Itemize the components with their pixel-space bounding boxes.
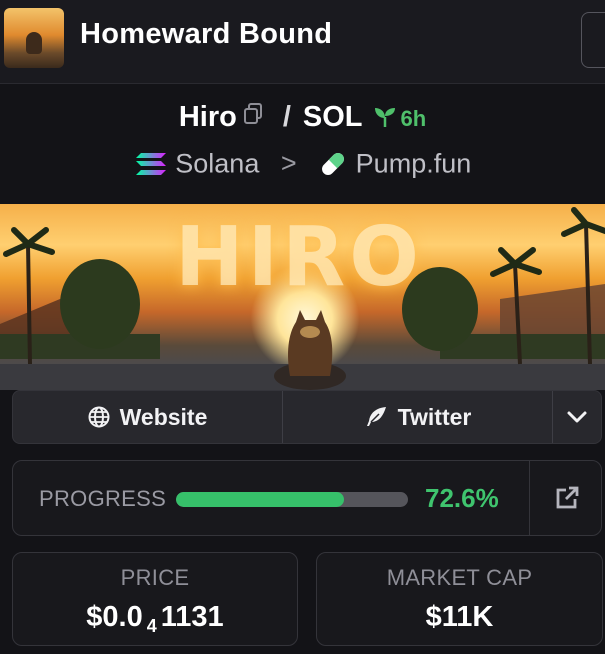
chain-network[interactable]: Solana bbox=[175, 148, 259, 178]
progress-label: PROGRESS bbox=[39, 486, 167, 511]
globe-icon bbox=[88, 406, 110, 428]
website-button[interactable]: Website bbox=[13, 391, 283, 443]
progress-bar bbox=[176, 492, 408, 507]
website-label: Website bbox=[119, 403, 208, 430]
price-label: PRICE bbox=[120, 565, 190, 590]
pill-icon bbox=[322, 152, 345, 175]
chain-dex[interactable]: Pump.fun bbox=[356, 148, 472, 178]
external-link-icon bbox=[556, 486, 578, 509]
solana-icon bbox=[135, 152, 166, 175]
chain-breadcrumb: Solana > Pump.fun bbox=[0, 147, 605, 179]
price-card: PRICE $0.0 4 1131 bbox=[12, 552, 298, 646]
more-links-button[interactable] bbox=[553, 391, 601, 443]
price-zero-count: 4 bbox=[146, 616, 157, 636]
progress-bar-fill bbox=[176, 492, 345, 507]
token-banner-image: HIRO bbox=[0, 204, 605, 390]
chain-separator: > bbox=[280, 148, 297, 179]
token-header: Homeward Bound bbox=[0, 0, 605, 84]
chevron-down-icon bbox=[567, 411, 587, 423]
pair-separator: / bbox=[282, 101, 291, 134]
market-cap-label: MARKET CAP bbox=[386, 565, 533, 590]
pair-age-value: 6h bbox=[400, 106, 427, 132]
token-avatar bbox=[4, 8, 64, 68]
feather-icon bbox=[366, 407, 386, 426]
twitter-button[interactable]: Twitter bbox=[283, 391, 553, 443]
header-action-button[interactable] bbox=[581, 12, 605, 68]
seedling-icon bbox=[374, 108, 395, 128]
pair-age: 6h bbox=[373, 106, 427, 132]
bonding-progress-card: PROGRESS 72.6% bbox=[12, 460, 602, 536]
pair-quote: SOL bbox=[302, 101, 363, 134]
copy-icon[interactable] bbox=[243, 100, 263, 133]
social-links-bar: Website Twitter bbox=[12, 390, 602, 444]
token-name: Homeward Bound bbox=[80, 18, 333, 50]
twitter-label: Twitter bbox=[397, 403, 472, 430]
pair-title: Hiro / SOL 6h bbox=[0, 100, 605, 137]
progress-percent: 72.6% bbox=[425, 483, 499, 513]
open-external-button[interactable] bbox=[529, 461, 603, 535]
price-value: $0.0 4 1131 bbox=[86, 601, 224, 636]
market-cap-card: MARKET CAP $11K bbox=[316, 552, 603, 646]
market-cap-value: $11K bbox=[425, 601, 494, 633]
pair-base: Hiro bbox=[178, 101, 237, 134]
